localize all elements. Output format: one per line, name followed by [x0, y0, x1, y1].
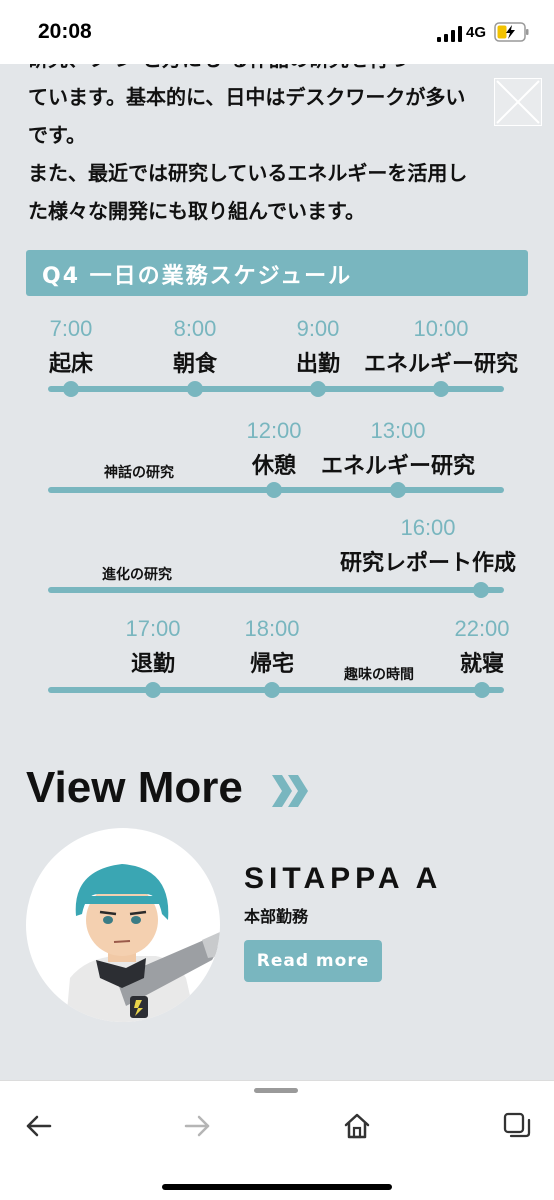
article-line: ています。基本的に、日中はデスクワークが多い	[28, 85, 466, 109]
battery-icon	[494, 22, 529, 42]
timeline-bar	[48, 587, 504, 593]
timeline-dot	[473, 582, 489, 598]
signal-icon	[437, 26, 462, 42]
home-icon[interactable]	[342, 1111, 372, 1141]
schedule-time: 13:00	[370, 418, 426, 443]
timeline-dot	[266, 482, 282, 498]
schedule-activity: 休憩	[251, 454, 297, 479]
article-line: また、最近では研究しているエネルギーを活用し	[28, 161, 468, 185]
schedule-activity: 出勤	[295, 352, 341, 377]
schedule-activity: エネルギー研究	[363, 352, 519, 377]
schedule-activity: 就寝	[459, 652, 505, 677]
timeline-dot	[310, 381, 326, 397]
timeline-dot	[187, 381, 203, 397]
schedule-time: 10:00	[413, 316, 469, 341]
schedule-activity: 帰宅	[249, 652, 295, 677]
status-bar-overlay: 20:08 4G	[0, 0, 554, 64]
read-more-button[interactable]: Read more	[244, 940, 382, 982]
sheet-grabber[interactable]	[254, 1088, 298, 1093]
schedule-activity: エネルギー研究	[320, 454, 476, 479]
network-label-overlay: 4G	[466, 24, 487, 41]
article-text: 研究、フ ン と方にも る作品の研究を行っ ています。基本的に、日中はデスクワー…	[28, 47, 528, 230]
timeline-dot	[390, 482, 406, 498]
schedule-activity: 退勤	[130, 652, 176, 677]
schedule-note: 進化の研究	[102, 567, 172, 583]
person-name: SITAPPA A	[244, 862, 443, 895]
article-line: た様々な開発にも取り組んでいます。	[28, 199, 365, 223]
schedule-time: 12:00	[246, 418, 302, 443]
person-department: 本部勤務	[244, 907, 309, 926]
schedule-activity: 研究レポート作成	[339, 551, 517, 576]
timeline-dot	[474, 682, 490, 698]
forward-arrow-icon[interactable]	[182, 1111, 212, 1141]
schedule-activity: 起床	[48, 352, 94, 377]
schedule-time: 16:00	[400, 515, 456, 540]
back-arrow-icon[interactable]	[24, 1111, 54, 1141]
status-time-overlay: 20:08	[38, 20, 92, 43]
timeline-dot	[63, 381, 79, 397]
browser-toolbar	[0, 1080, 554, 1200]
avatar[interactable]	[26, 828, 220, 1022]
schedule-time: 22:00	[454, 616, 510, 641]
schedule-time: 9:00	[296, 316, 340, 341]
schedule-time: 18:00	[244, 616, 300, 641]
home-indicator[interactable]	[162, 1184, 392, 1190]
section-header: Q4 一日の業務スケジュール	[26, 250, 528, 296]
timeline-dot	[264, 682, 280, 698]
tabs-icon[interactable]	[502, 1111, 532, 1141]
schedule-time: 7:00	[49, 316, 93, 341]
schedule-note: 趣味の時間	[344, 667, 414, 683]
schedule-note: 神話の研究	[104, 465, 174, 481]
section-header-label: Q4 一日の業務スケジュール	[42, 264, 353, 289]
schedule-time: 8:00	[173, 316, 217, 341]
timeline-dot	[145, 682, 161, 698]
article-line: です。	[28, 123, 86, 147]
close-button[interactable]	[494, 78, 542, 126]
view-more-title: View More	[26, 763, 243, 812]
close-icon	[496, 80, 540, 124]
schedule-activity: 朝食	[172, 352, 218, 377]
character-illustration	[66, 864, 220, 1022]
timeline-dot	[433, 381, 449, 397]
schedule-time: 17:00	[125, 616, 181, 641]
double-chevron-right-icon	[272, 775, 308, 807]
